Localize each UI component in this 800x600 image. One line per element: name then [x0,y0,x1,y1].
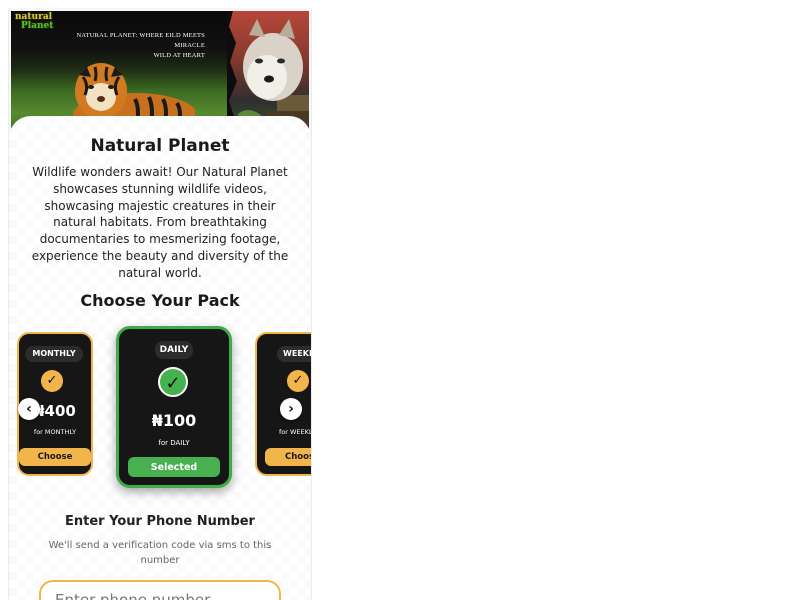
choose-button-weekly[interactable]: Choose [265,448,311,466]
phone-heading: Enter Your Phone Number [65,514,255,529]
check-icon: ✓ [158,367,188,397]
app-description: Wildlife wonders await! Our Natural Plan… [31,165,289,280]
brand-logo: natural Planet [15,13,53,31]
phone-input[interactable] [39,580,281,600]
choose-button-monthly[interactable]: Choose [19,448,91,466]
pack-name-badge: WEEKLY [277,346,311,362]
choose-pack-heading: Choose Your Pack [80,291,240,310]
logo-line2: Planet [21,21,54,31]
pack-name-badge: DAILY [155,341,193,359]
tagline-line1: NATURAL PLANET: WHERE EILD MEETS MIRACLE [76,32,205,49]
pack-period-label: for DAILY [158,439,190,447]
page-title: Natural Planet [90,136,230,156]
phone-subtitle: We'll send a verification code via sms t… [48,540,272,566]
pack-period-label: for MONTHLY [33,428,77,436]
app-frame: natural Planet NATURAL PLANET: WHERE EIL… [8,8,312,600]
pack-period-label: for WEEKLY [279,428,312,436]
check-icon: ✓ [41,370,63,392]
chevron-left-icon[interactable]: ‹ [18,398,40,420]
pack-price: ₦100 [151,411,197,430]
chevron-right-icon[interactable]: › [280,398,302,420]
pack-card-daily[interactable]: DAILY ✓ ₦100 for DAILY Selected [116,326,232,488]
selected-button-daily[interactable]: Selected [128,457,220,477]
check-icon: ✓ [287,370,309,392]
content-card: Natural Planet Wildlife wonders await! O… [9,116,311,600]
pack-name-badge: MONTHLY [25,346,83,362]
